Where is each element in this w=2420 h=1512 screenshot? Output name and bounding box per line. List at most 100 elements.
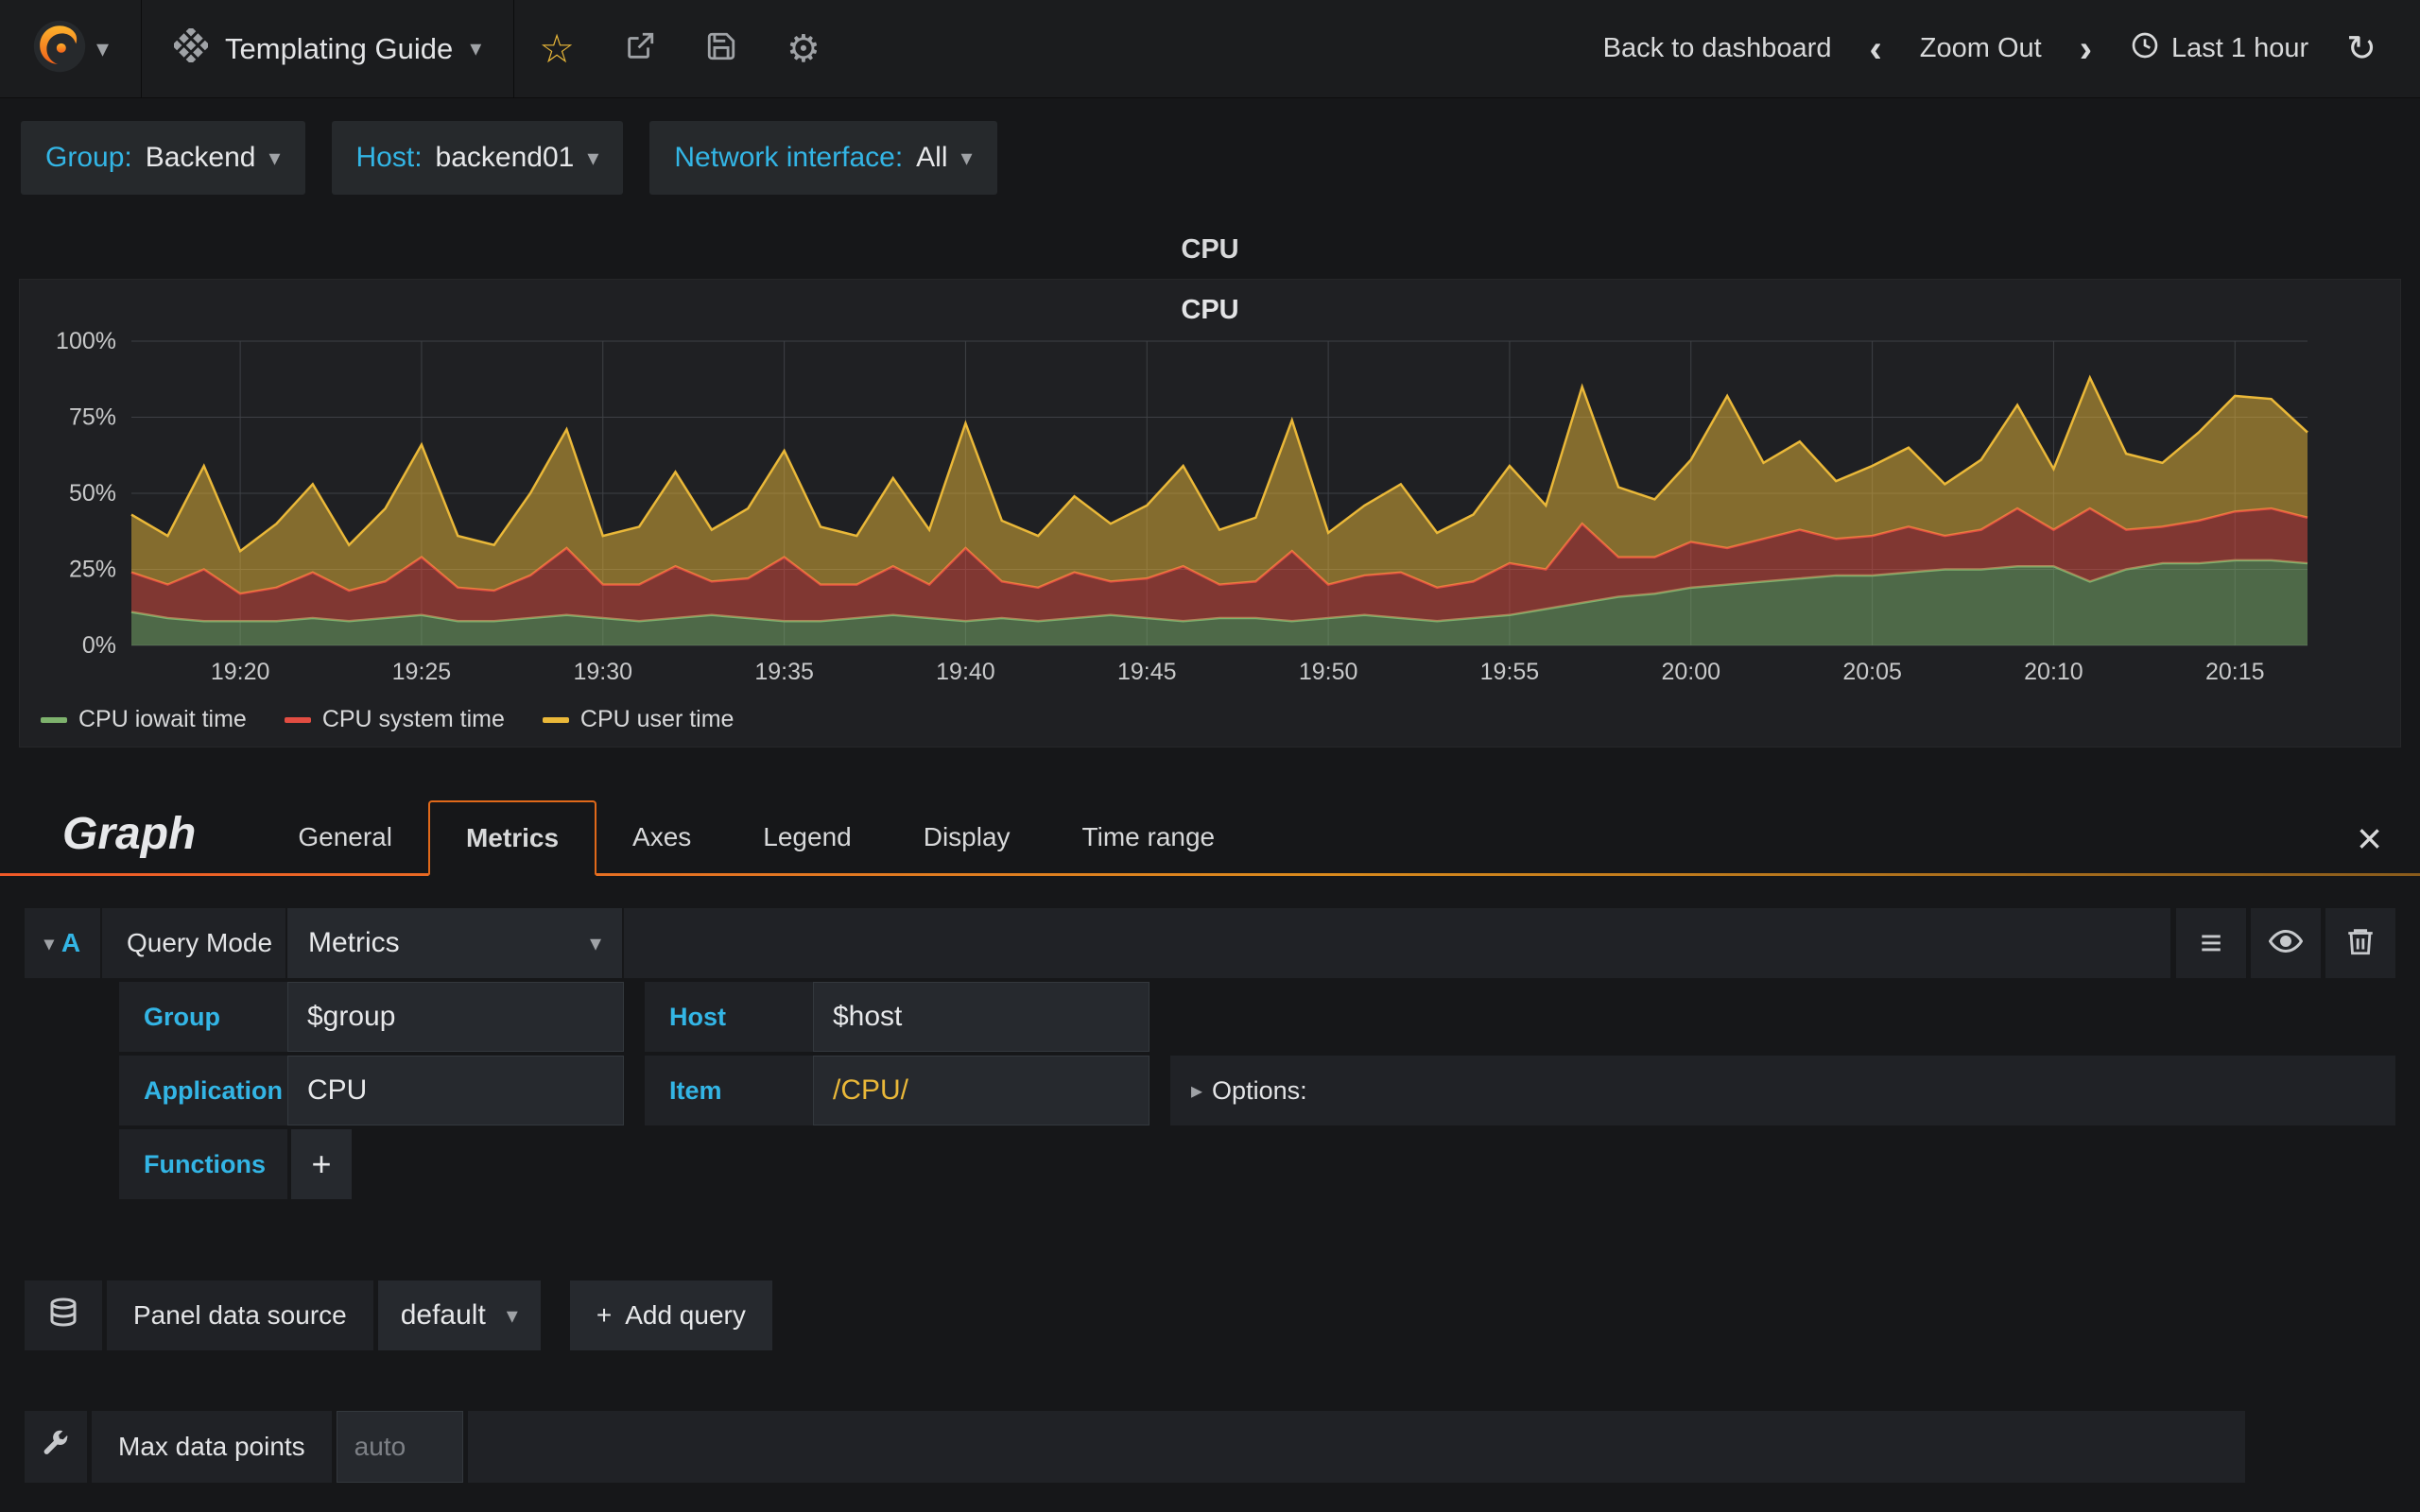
svg-text:20:05: 20:05	[1842, 659, 1902, 685]
variable-label: Host:	[355, 142, 423, 173]
variable-netif-dropdown[interactable]: Network interface: All ▾	[649, 121, 997, 195]
tab-display[interactable]: Display	[888, 801, 1046, 873]
variable-group-dropdown[interactable]: Group: Backend ▾	[21, 121, 305, 195]
close-editor-button[interactable]: ×	[2343, 816, 2395, 873]
time-shift-back-button[interactable]: ‹	[1850, 30, 1900, 68]
query-editor: ▾ A Query Mode Metrics ▾ ≡ Group $group …	[0, 876, 2420, 1199]
datasource-value: default	[400, 1299, 486, 1331]
panel-title[interactable]: CPU	[27, 285, 2393, 330]
variable-value: All	[916, 142, 948, 173]
legend-label: CPU system time	[321, 706, 505, 732]
time-range-picker[interactable]: Last 1 hour	[2111, 30, 2327, 68]
legend-item[interactable]: CPU system time	[284, 706, 505, 733]
query-row-a: ▾ A Query Mode Metrics ▾ ≡	[25, 908, 2395, 978]
query-row-actions: ≡	[2176, 908, 2395, 978]
caret-down-icon: ▾	[587, 145, 599, 171]
caret-right-icon: ▸	[1191, 1077, 1203, 1104]
svg-text:19:40: 19:40	[936, 659, 995, 685]
time-shift-forward-button[interactable]: ›	[2061, 30, 2111, 68]
options-toggle[interactable]: ▸ Options:	[1191, 1076, 1307, 1106]
datasource-select[interactable]: default ▾	[377, 1280, 541, 1350]
plus-icon: +	[596, 1300, 613, 1330]
panel-type-title: Graph	[62, 809, 197, 859]
query-row-filler	[624, 908, 2170, 978]
max-data-points-label: Max data points	[92, 1411, 332, 1483]
caret-down-icon: ▾	[268, 145, 281, 171]
dashboard-grid-icon	[171, 26, 211, 70]
legend-label: CPU user time	[579, 706, 735, 732]
svg-text:19:50: 19:50	[1299, 659, 1358, 685]
legend-swatch	[41, 716, 67, 723]
zoom-out-button[interactable]: Zoom Out	[1901, 33, 2061, 64]
editor-tabs: General Metrics Axes Legend Display Time…	[262, 800, 1252, 876]
tab-time-range[interactable]: Time range	[1046, 801, 1252, 873]
application-field-label: Application	[119, 1056, 287, 1125]
variable-label: Group:	[45, 142, 132, 173]
datasource-row: Panel data source default ▾ + Add query	[25, 1280, 2395, 1350]
menu-icon: ≡	[2200, 922, 2222, 964]
wrench-icon	[41, 1430, 71, 1465]
save-dashboard-button[interactable]	[681, 30, 762, 67]
template-variables-row: Group: Backend ▾ Host: backend01 ▾ Netwo…	[0, 98, 2420, 214]
caret-down-icon: ▾	[470, 36, 482, 61]
legend-item[interactable]: CPU user time	[542, 706, 735, 733]
svg-text:19:30: 19:30	[573, 659, 632, 685]
query-delete-button[interactable]	[2325, 908, 2395, 978]
add-function-button[interactable]: +	[291, 1129, 352, 1199]
add-query-button[interactable]: + Add query	[569, 1280, 772, 1350]
item-field-input[interactable]	[813, 1056, 1150, 1125]
svg-text:19:25: 19:25	[392, 659, 452, 685]
time-range-label: Last 1 hour	[2171, 33, 2309, 63]
tab-general[interactable]: General	[262, 801, 428, 873]
star-dashboard-button[interactable]: ☆	[514, 28, 599, 69]
query-menu-button[interactable]: ≡	[2176, 908, 2246, 978]
tab-axes[interactable]: Axes	[596, 801, 727, 873]
tab-legend[interactable]: Legend	[727, 801, 887, 873]
svg-text:20:15: 20:15	[2205, 659, 2265, 685]
svg-text:25%: 25%	[69, 557, 116, 583]
legend-swatch	[284, 716, 311, 723]
svg-text:0%: 0%	[82, 632, 116, 659]
query-collapse-toggle[interactable]: ▾ A	[25, 908, 102, 978]
dashboard-switcher[interactable]: Templating Guide ▾	[142, 0, 515, 97]
tab-metrics[interactable]: Metrics	[427, 800, 597, 876]
group-field-input[interactable]	[287, 982, 624, 1052]
back-to-dashboard-button[interactable]: Back to dashboard	[1584, 33, 1851, 64]
svg-text:20:10: 20:10	[2024, 659, 2083, 685]
max-data-points-input[interactable]	[336, 1411, 463, 1483]
cpu-chart[interactable]: 0% 25% 50% 75% 100% 19:20 19:25 19:30 19:35 19:40…	[27, 328, 2391, 698]
refresh-icon: ↻	[2346, 28, 2377, 69]
svg-text:19:45: 19:45	[1117, 659, 1177, 685]
wrench-icon-box	[25, 1411, 87, 1483]
chevron-right-icon: ›	[2079, 27, 2093, 70]
application-field-input[interactable]	[287, 1056, 624, 1125]
plus-icon: +	[311, 1144, 332, 1183]
query-row-group-host: Group Host	[25, 982, 2395, 1052]
grafana-logo-menu[interactable]: ▾	[0, 0, 142, 97]
clock-icon	[2130, 30, 2160, 68]
host-field-input[interactable]	[813, 982, 1150, 1052]
query-toggle-visibility-button[interactable]	[2251, 908, 2321, 978]
grafana-logo-icon	[32, 19, 87, 78]
functions-label: Functions	[119, 1129, 287, 1199]
caret-down-icon: ▾	[95, 34, 110, 62]
variable-host-dropdown[interactable]: Host: backend01 ▾	[331, 121, 624, 195]
back-to-dashboard-label: Back to dashboard	[1602, 33, 1832, 63]
navbar: ▾ Templating Guide ▾ ☆ ⚙ Back to dashboa…	[0, 0, 2420, 98]
max-data-points-row: Max data points	[25, 1411, 2395, 1483]
query-letter: A	[60, 928, 81, 957]
variable-value: Backend	[145, 142, 256, 173]
caret-down-icon: ▾	[43, 933, 54, 954]
panel-editor: Graph General Metrics Axes Legend Displa…	[0, 800, 2420, 1483]
chart-legend: CPU iowait time CPU system time CPU user…	[27, 698, 2393, 745]
svg-text:50%: 50%	[69, 480, 116, 507]
query-mode-value: Metrics	[308, 927, 400, 958]
share-dashboard-button[interactable]	[599, 30, 681, 67]
legend-item[interactable]: CPU iowait time	[41, 706, 247, 733]
dashboard-settings-button[interactable]: ⚙	[762, 30, 845, 68]
item-field-label: Item	[645, 1056, 813, 1125]
refresh-button[interactable]: ↻	[2327, 31, 2395, 67]
caret-down-icon: ▾	[589, 930, 601, 956]
svg-text:19:35: 19:35	[754, 659, 814, 685]
query-mode-select[interactable]: Metrics ▾	[287, 908, 624, 978]
